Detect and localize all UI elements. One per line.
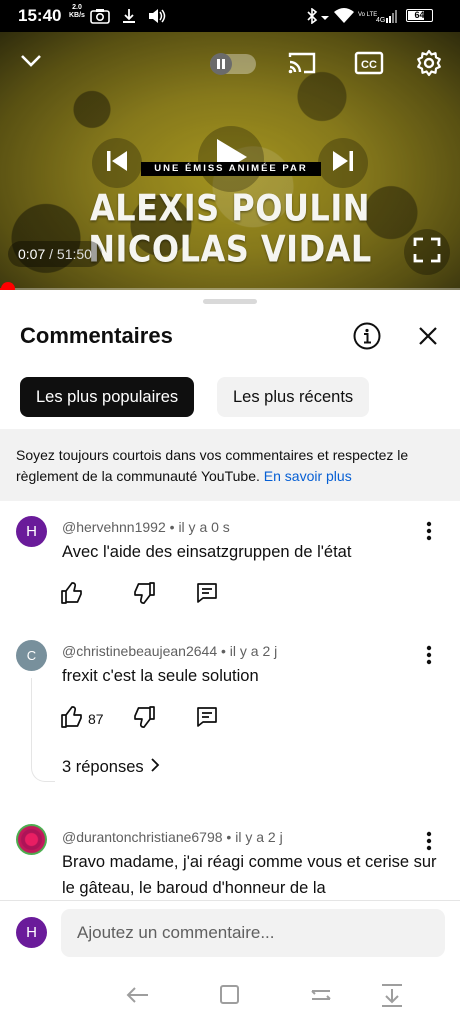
thumbs-up-icon <box>60 705 84 734</box>
chevron-down-icon <box>20 54 42 73</box>
cast-button[interactable] <box>285 48 319 82</box>
collapse-button[interactable] <box>378 982 406 1008</box>
thread-connector <box>31 678 55 782</box>
wifi-icon <box>334 8 354 29</box>
status-bar: 15:40 2.0 KB/s Vo LTE 4G 64 <box>0 0 460 32</box>
comment-time: il y a 2 j <box>229 643 278 659</box>
comments-panel: Commentaires Les plus populaires Les plu… <box>0 290 460 966</box>
comment-reply-icon <box>195 581 219 610</box>
avatar[interactable]: C <box>16 640 47 671</box>
autoplay-toggle[interactable] <box>210 53 256 75</box>
close-button[interactable] <box>413 321 445 353</box>
comment-input-bar: H Ajoutez un commentaire... <box>0 900 460 966</box>
signal-dot-icon <box>320 8 330 29</box>
duration: 51:50 <box>56 246 92 262</box>
back-button[interactable] <box>124 982 152 1008</box>
reply-button[interactable] <box>195 582 219 608</box>
close-icon <box>413 327 443 355</box>
screenshot-icon <box>90 8 110 29</box>
previous-button[interactable] <box>92 138 142 188</box>
network-speed: 2.0 KB/s <box>69 4 85 19</box>
avatar[interactable]: H <box>16 516 47 547</box>
minimize-button[interactable] <box>14 46 48 80</box>
settings-button[interactable] <box>411 47 447 83</box>
comment-meta: @hervehnn1992 • il y a 0 s <box>62 519 230 535</box>
cast-icon <box>287 51 317 80</box>
comment-reply-icon <box>195 705 219 734</box>
svg-text:Vo LTE: Vo LTE <box>358 12 377 18</box>
comment-text: Avec l'aide des einsatzgruppen de l'état <box>62 543 352 561</box>
home-icon <box>216 985 244 1012</box>
download-icon <box>122 8 136 29</box>
battery-indicator: 64 <box>406 9 433 22</box>
more-vertical-icon <box>418 521 440 548</box>
comment-menu-button[interactable] <box>418 642 440 668</box>
play-button[interactable] <box>198 126 264 192</box>
bluetooth-icon <box>306 7 318 29</box>
comment-meta: @christinebeaujean2644 • il y a 2 j <box>62 643 278 659</box>
volume-icon <box>148 8 166 29</box>
scrubber-handle[interactable] <box>1 282 15 290</box>
comment-time: il y a 2 j <box>235 829 283 845</box>
home-button[interactable] <box>216 982 244 1008</box>
next-button[interactable] <box>318 138 368 188</box>
chip-top-comments[interactable]: Les plus populaires <box>20 377 195 417</box>
info-button[interactable] <box>352 321 384 353</box>
video-name-line-1: ALEXIS POULIN <box>90 186 370 230</box>
collapse-icon <box>378 984 406 1012</box>
next-icon <box>330 149 356 178</box>
community-notice: Soyez toujours courtois dans vos comment… <box>0 429 460 501</box>
comment-text: Bravo madame, j'ai réagi comme vous et c… <box>62 853 437 897</box>
video-banner: UNE ÉMISS ANIMÉE PAR <box>141 162 321 176</box>
previous-icon <box>104 149 130 178</box>
comment-time: il y a 0 s <box>178 519 230 535</box>
thumbs-down-icon <box>132 581 156 610</box>
drag-handle[interactable] <box>203 299 257 304</box>
comment-author[interactable]: @durantonchristiane6798 <box>62 829 223 845</box>
chevron-right-icon <box>150 758 160 777</box>
recents-button[interactable] <box>308 982 336 1008</box>
avatar[interactable] <box>16 824 47 855</box>
comment-input[interactable]: Ajoutez un commentaire... <box>61 909 445 957</box>
pause-icon <box>210 53 232 75</box>
learn-more-link[interactable]: En savoir plus <box>264 468 352 484</box>
comment-meta: @durantonchristiane6798 • il y a 2 j <box>62 829 283 845</box>
svg-text:4G: 4G <box>376 17 385 24</box>
svg-text:CC: CC <box>361 59 377 71</box>
comment-menu-button[interactable] <box>418 828 440 854</box>
comment-author[interactable]: @christinebeaujean2644 <box>62 643 217 659</box>
more-vertical-icon <box>418 645 440 672</box>
time-display[interactable]: 0:07 / 51:50 <box>8 241 102 267</box>
avatar: H <box>16 917 47 948</box>
system-nav-bar <box>0 966 460 1024</box>
current-time: 0:07 <box>18 246 46 262</box>
thumbs-down-icon <box>132 705 156 734</box>
comment-menu-button[interactable] <box>418 518 440 544</box>
comment-text: frexit c'est la seule solution <box>62 667 259 685</box>
dislike-button[interactable] <box>132 581 156 610</box>
cc-icon: CC <box>354 51 384 80</box>
video-player[interactable]: CC UNE ÉMISS ANIMÉE PAR ALEXIS POULIN NI… <box>0 32 460 290</box>
back-icon <box>124 987 152 1012</box>
captions-button[interactable]: CC <box>352 48 386 82</box>
view-replies-button[interactable]: 3 réponses <box>62 758 160 777</box>
more-vertical-icon <box>418 831 440 858</box>
gear-icon <box>415 49 443 82</box>
info-icon <box>352 322 382 355</box>
like-button[interactable]: 87 <box>60 705 104 734</box>
thumbs-up-icon <box>60 581 84 610</box>
chip-newest-comments[interactable]: Les plus récents <box>217 377 370 417</box>
fullscreen-button[interactable] <box>404 229 450 275</box>
like-button[interactable] <box>60 581 84 610</box>
comment-author[interactable]: @hervehnn1992 <box>62 519 166 535</box>
fullscreen-icon <box>413 237 441 268</box>
replies-label: 3 réponses <box>62 758 144 776</box>
cell-signal-icon: Vo LTE 4G <box>358 8 402 29</box>
reply-button[interactable] <box>195 706 219 732</box>
like-count: 87 <box>88 711 104 727</box>
dislike-button[interactable] <box>132 705 156 734</box>
recents-icon <box>308 990 336 1012</box>
panel-title: Commentaires <box>20 323 173 348</box>
status-time: 15:40 <box>18 6 62 25</box>
